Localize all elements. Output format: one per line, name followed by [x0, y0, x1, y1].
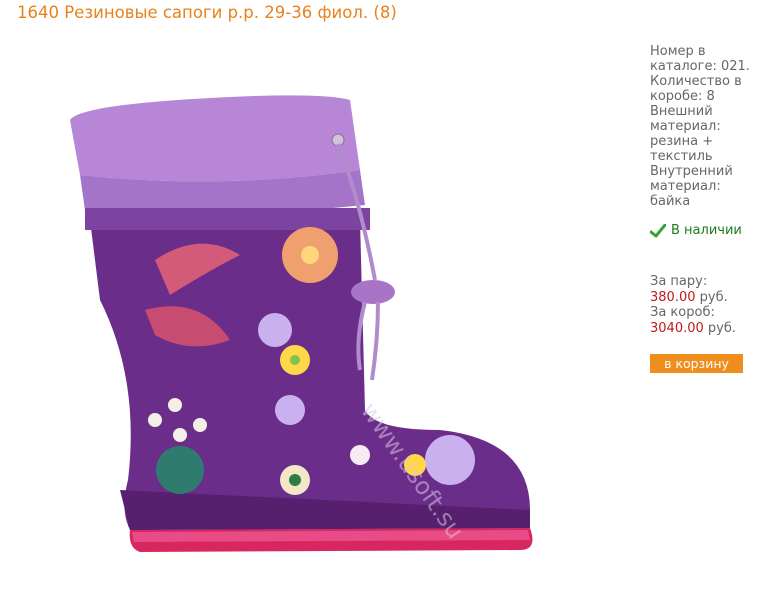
stock-status: В наличии	[650, 223, 742, 238]
box-price-label: За короб:	[650, 305, 715, 320]
product-title: 1640 Резиновые сапоги р.р. 29-36 фиол. (…	[17, 3, 397, 22]
checkmark-icon	[650, 223, 666, 237]
price-block: За пару: 380.00 руб. За короб: 3040.00 р…	[650, 274, 736, 336]
stock-label: В наличии	[671, 223, 742, 238]
pair-price-label: За пару:	[650, 274, 708, 289]
specs-text: Номер в каталоге: 021. Количество в коро…	[650, 44, 750, 209]
pair-price-currency: руб.	[699, 289, 728, 305]
product-image: www.usoft.su	[70, 95, 533, 552]
box-price-value: 3040.00	[650, 320, 704, 336]
product-specs: Номер в каталоге: 021. Количество в коро…	[650, 44, 760, 209]
add-to-cart-button[interactable]: в корзину	[650, 354, 743, 373]
box-price-row: 3040.00 руб.	[650, 321, 736, 337]
pair-price-value: 380.00	[650, 289, 696, 305]
pair-price-row: 380.00 руб.	[650, 290, 736, 306]
box-price-currency: руб.	[707, 320, 737, 336]
